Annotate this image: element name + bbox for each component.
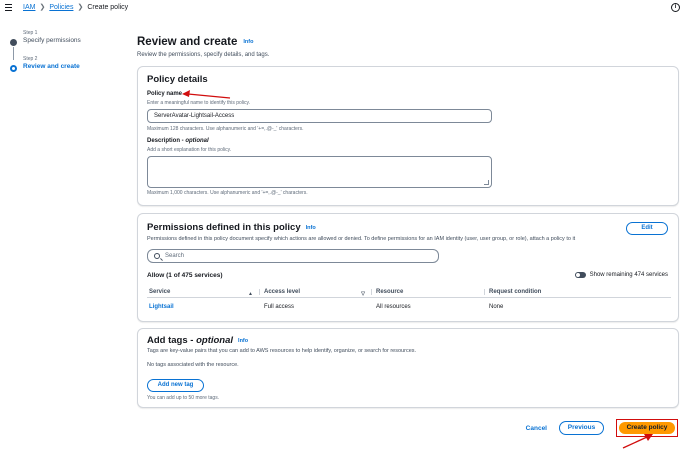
breadcrumb-policies[interactable]: Policies [49,4,73,11]
step-dot-icon [10,39,17,46]
step-dot-icon [10,65,17,72]
tags-description: Tags are key-value pairs that you can ad… [147,348,417,354]
sort-icon[interactable]: ▽ [361,291,365,297]
step-1[interactable]: Step 1 Specify permissions [10,30,110,60]
page-title-text: Review and create [137,36,238,48]
description-optional-text: optional [185,138,209,144]
breadcrumb: IAM ❯ Policies ❯ Create policy [23,3,129,12]
policy-name-constraint: Maximum 128 characters. Use alphanumeric… [147,126,304,132]
top-bar: IAM ❯ Policies ❯ Create policy i [0,0,684,16]
page-title: Review and create Info [137,36,253,48]
tags-title-text: Add tags - [147,335,197,346]
card-title: Add tags - optional Info [147,335,248,346]
info-icon[interactable]: i [671,3,680,12]
description-hint: Add a short explanation for this policy. [147,147,232,153]
card-title: Permissions defined in this policy Info [147,222,316,233]
step-number: Step 2 [23,56,38,62]
cancel-button[interactable]: Cancel [526,425,547,432]
step-title: Review and create [23,63,80,70]
column-header-service[interactable]: Service ▲ [147,288,259,297]
access-level-cell: Full access [264,304,295,310]
description-textarea[interactable] [147,156,492,188]
wizard-steps: Step 1 Specify permissions Step 2 Review… [10,30,110,82]
table-row: Lightsail Full access All resources None [147,298,671,316]
step-title: Specify permissions [23,37,81,44]
breadcrumb-current: Create policy [87,3,129,11]
show-remaining-toggle[interactable]: Show remaining 474 services [574,272,668,278]
edit-button[interactable]: Edit [626,222,668,235]
step-2: Step 2 Review and create [10,56,110,82]
column-header-request-condition: Request condition [484,288,671,295]
search-input[interactable]: Search [147,249,439,263]
column-label: Resource [376,288,404,295]
page-description: Review the permissions, specify details,… [137,52,270,58]
column-label: Request condition [489,288,542,295]
info-link[interactable]: Info [243,39,253,45]
footer-actions: Cancel Previous Create policy [526,419,678,437]
description-label-text: Description - [147,138,186,144]
chevron-right-icon: ❯ [77,4,84,11]
column-header-resource: Resource [371,288,484,295]
resize-handle-icon[interactable] [484,180,489,185]
sort-ascending-icon[interactable]: ▲ [248,291,253,297]
tags-optional-text: optional [196,335,234,346]
column-label: Access level [264,288,301,295]
card-title: Policy details [147,74,208,85]
toggle-switch-icon[interactable] [574,272,586,278]
allow-count-label: Allow (1 of 475 services) [147,272,223,279]
breadcrumb-iam[interactable]: IAM [23,4,35,11]
info-link[interactable]: Info [306,225,316,231]
create-policy-button[interactable]: Create policy [619,422,675,434]
tags-limit-text: You can add up to 50 more tags. [147,395,220,401]
chevron-right-icon: ❯ [39,4,46,11]
tags-card: Add tags - optional Info Tags are key-va… [137,328,679,408]
policy-details-title: Policy details [147,74,208,85]
tags-title: Add tags - optional [147,335,233,346]
highlight-box: Create policy [616,419,678,437]
permissions-card: Permissions defined in this policy Info … [137,213,679,322]
column-header-access-level[interactable]: Access level ▽ [259,288,371,297]
column-label: Service [149,288,171,295]
add-new-tag-button[interactable]: Add new tag [147,379,204,392]
search-placeholder: Search [165,253,185,259]
request-condition-cell: None [489,304,504,310]
permissions-description: Permissions defined in this policy docum… [147,236,576,242]
description-constraint: Maximum 1,000 characters. Use alphanumer… [147,190,308,196]
description-label: Description - optional [147,138,209,144]
policy-name-label: Policy name [147,91,183,97]
previous-button[interactable]: Previous [559,421,604,435]
info-link[interactable]: Info [238,338,248,344]
table-header: Service ▲ Access level ▽ Resource Reques… [147,286,671,298]
menu-icon[interactable] [5,4,12,11]
toggle-label: Show remaining 474 services [589,272,668,278]
policy-name-input[interactable]: ServerAvatar-Lightsail-Access [147,109,492,123]
policy-details-card: Policy details Policy name Enter a meani… [137,66,679,206]
permissions-table: Service ▲ Access level ▽ Resource Reques… [147,286,671,316]
no-tags-text: No tags associated with the resource. [147,362,239,368]
step-number: Step 1 [23,30,38,36]
policy-name-hint: Enter a meaningful name to identify this… [147,100,251,106]
service-link[interactable]: Lightsail [147,304,259,310]
resource-cell: All resources [376,304,411,310]
permissions-title: Permissions defined in this policy [147,222,301,233]
search-icon [154,253,160,259]
